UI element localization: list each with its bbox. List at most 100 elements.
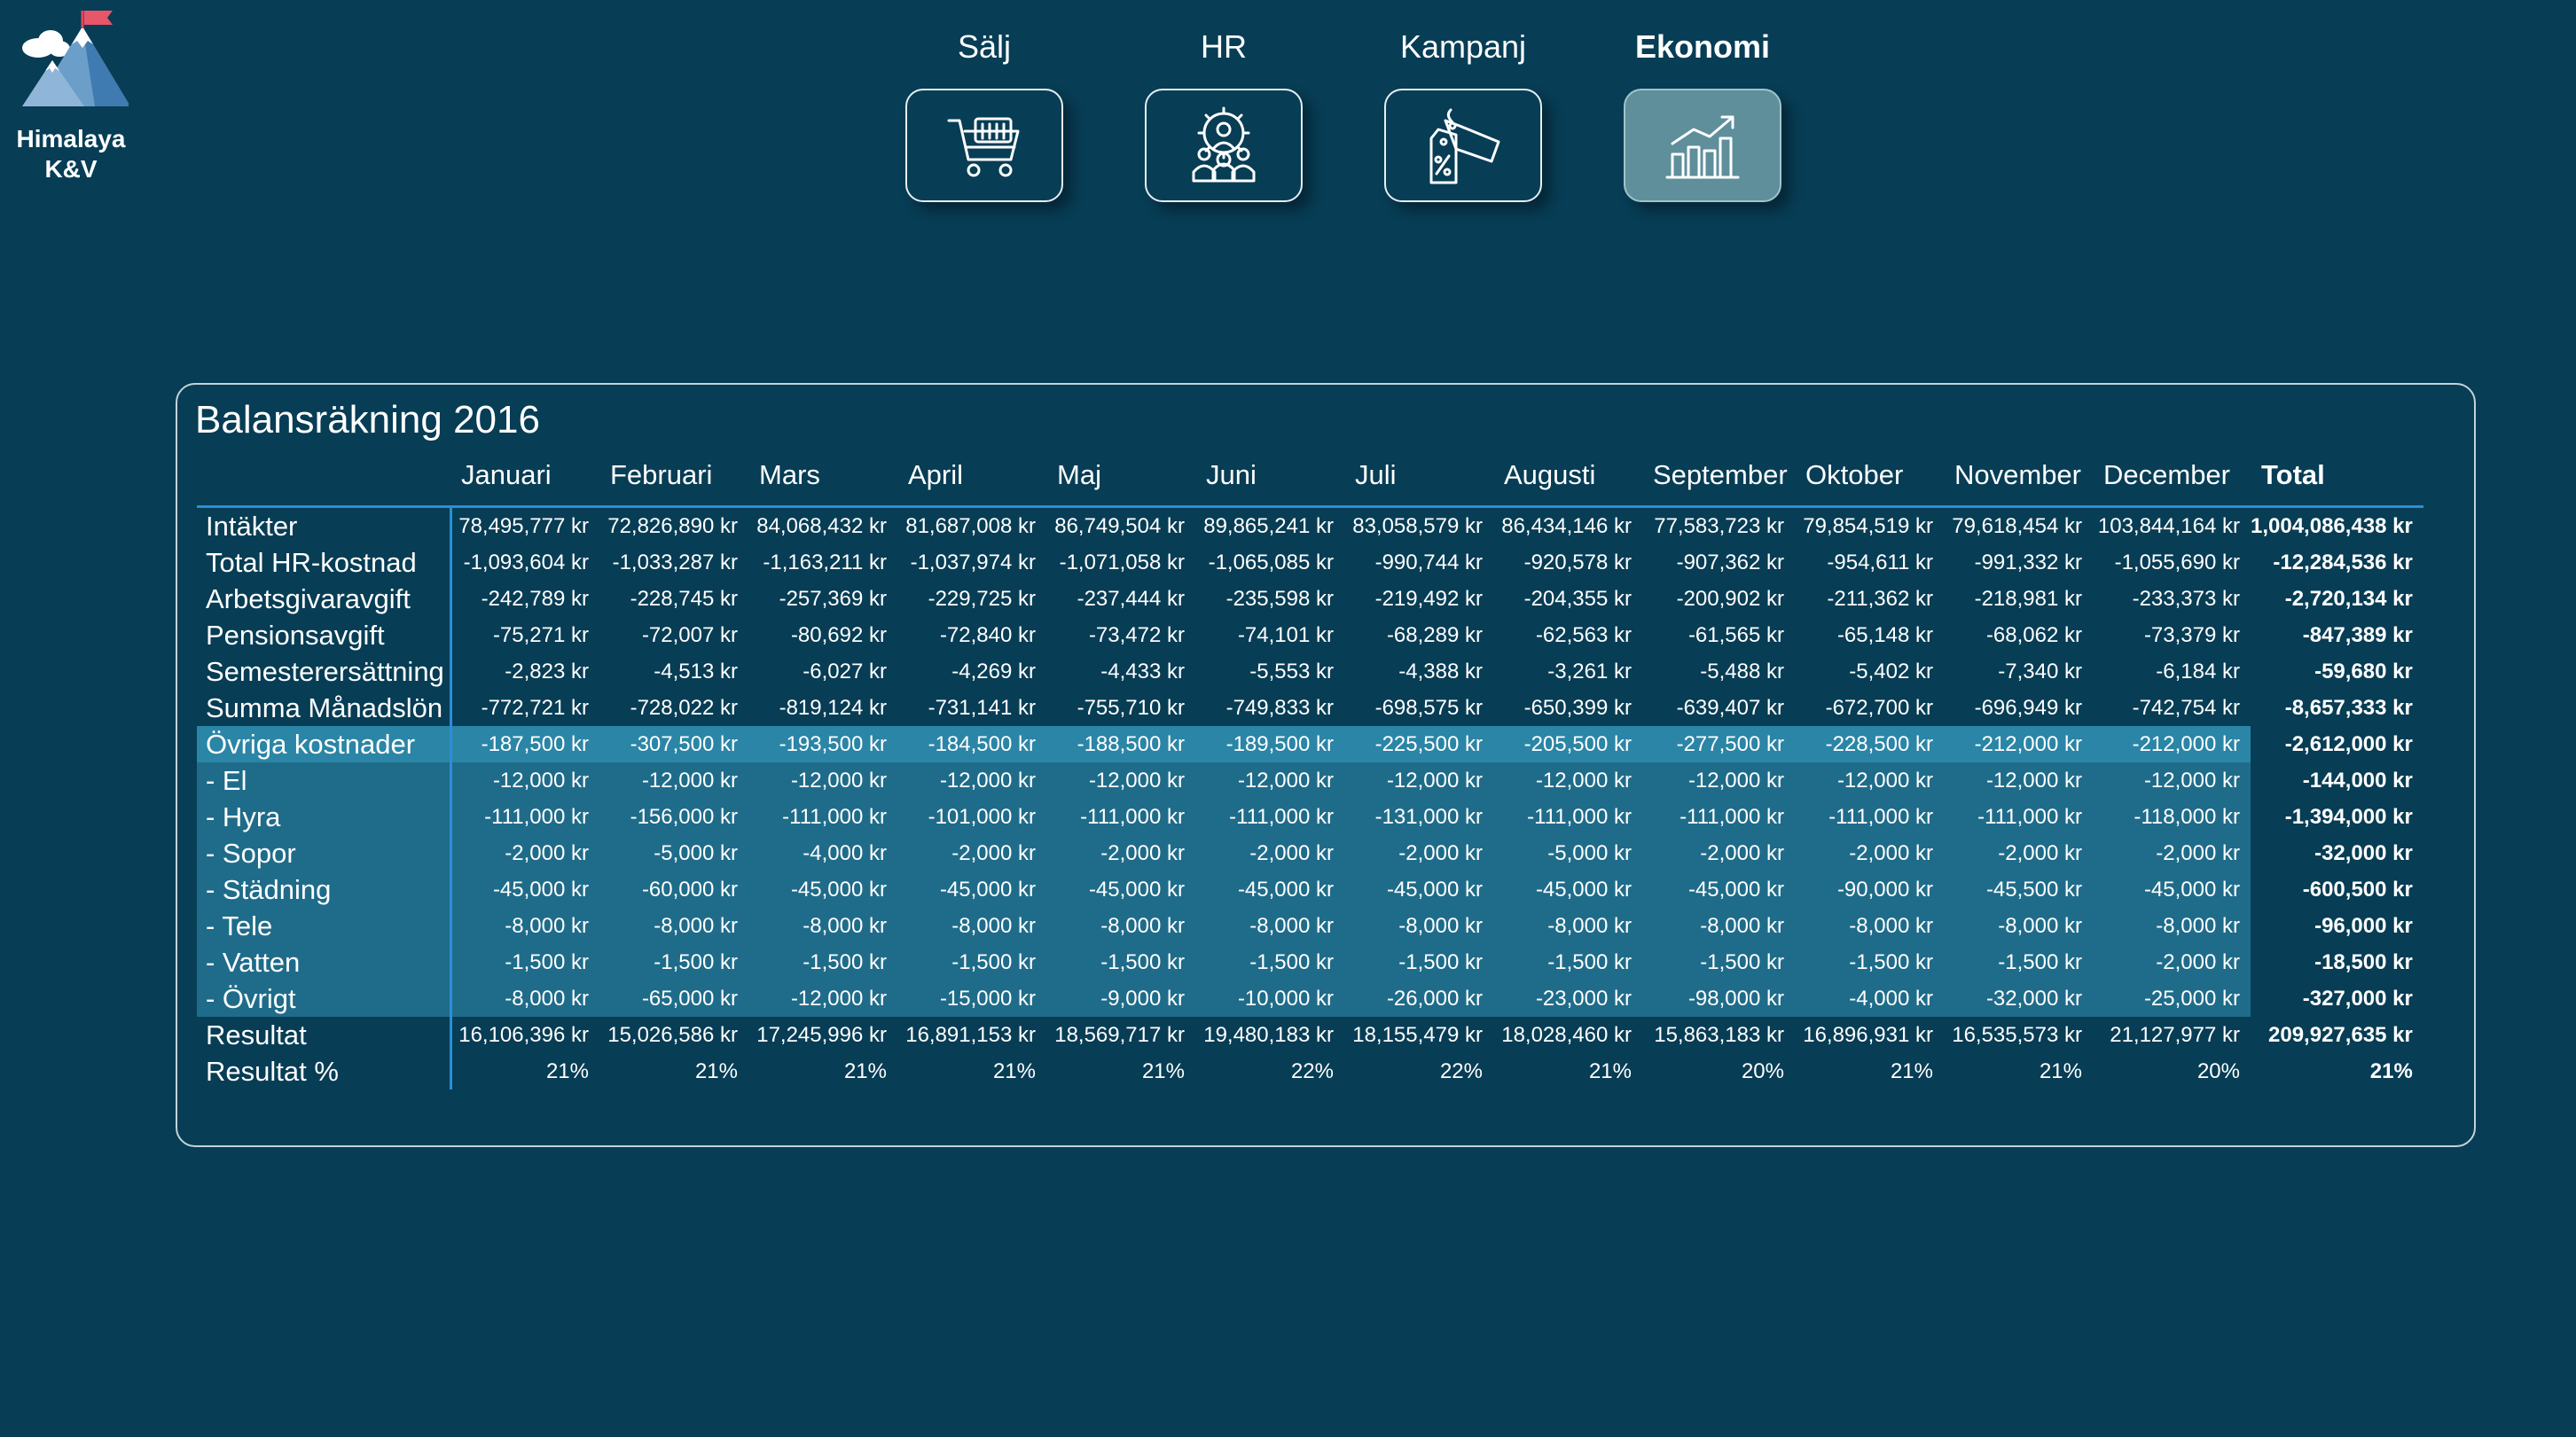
column-header-total[interactable]: Total xyxy=(2251,445,2423,508)
table-cell: -45,000 kr xyxy=(1344,871,1493,908)
table-cell: -8,000 kr xyxy=(599,908,748,944)
table-cell: -131,000 kr xyxy=(1344,799,1493,835)
table-cell: 21% xyxy=(2039,1058,2082,1083)
table-cell: -12,000 kr xyxy=(599,762,748,799)
nav-button-ekonomi[interactable] xyxy=(1624,89,1781,202)
table-row[interactable]: Arbetsgivaravgift -242,789 kr -228,745 kr -… xyxy=(197,581,2423,617)
table-cell: -72,840 kr xyxy=(939,622,1036,647)
table-row[interactable]: Pensionsavgift -75,271 kr -72,007 kr -80,69… xyxy=(197,617,2423,653)
table-row[interactable]: Övriga kostnader -187,500 kr -307,500 kr -1… xyxy=(197,726,2423,762)
table-cell: -1,500 kr xyxy=(897,944,1046,980)
table-cell: -12,000 kr xyxy=(1944,762,2093,799)
table-row[interactable]: - Vatten -1,500 kr -1,500 kr -1,500 kr -1,50… xyxy=(197,944,2423,980)
nav-item-kampanj[interactable]: Kampanj xyxy=(1343,25,1583,202)
column-header-september[interactable]: September xyxy=(1642,445,1795,508)
nav-item-ekonomi[interactable]: Ekonomi xyxy=(1583,25,1822,202)
table-cell: 79,854,519 kr xyxy=(1803,513,1933,538)
table-cell: -749,833 kr xyxy=(1225,695,1334,720)
table-cell: -74,101 kr xyxy=(1237,622,1334,647)
table-cell: -2,000 kr xyxy=(2093,835,2251,871)
row-label: Pensionsavgift xyxy=(197,617,452,653)
table-cell: 86,434,146 kr xyxy=(1501,513,1632,538)
column-header-december[interactable]: December xyxy=(2093,445,2251,508)
table-cell: -696,949 kr xyxy=(1974,695,2082,720)
table-cell: -68,289 kr xyxy=(1386,622,1483,647)
table-cell: -212,000 kr xyxy=(1944,726,2093,762)
table-cell: -920,578 kr xyxy=(1523,550,1632,574)
table-cell: -990,744 kr xyxy=(1374,550,1483,574)
table-row[interactable]: - Hyra -111,000 kr -156,000 kr -111,000 kr -… xyxy=(197,799,2423,835)
table-cell: 77,583,723 kr xyxy=(1654,513,1784,538)
column-header-juli[interactable]: Juli xyxy=(1344,445,1493,508)
table-row[interactable]: Resultat % 21% 21% 21% 21% 21% 22% 22% 21% 20% 21%… xyxy=(197,1053,2423,1089)
nav-item-salj[interactable]: Sälj xyxy=(865,25,1104,202)
table-cell: 16,106,396 kr xyxy=(458,1022,589,1047)
table-row[interactable]: - El -12,000 kr -12,000 kr -12,000 kr -12,00… xyxy=(197,762,2423,799)
table-cell: -8,000 kr xyxy=(1344,908,1493,944)
table-cell: -45,000 kr xyxy=(2093,871,2251,908)
column-header-januari[interactable]: Januari xyxy=(450,445,599,508)
total-cell: 21% xyxy=(2369,1058,2413,1083)
table-cell: 22% xyxy=(1290,1058,1334,1083)
table-cell: 21% xyxy=(545,1058,589,1083)
balance-sheet-panel: Balansräkning 2016 Januari Februari Mars Ap… xyxy=(176,383,2476,1147)
table-cell: -212,000 kr xyxy=(2093,726,2251,762)
table-row[interactable]: - Övrigt -8,000 kr -65,000 kr -12,000 kr -15… xyxy=(197,980,2423,1017)
table-cell: -742,754 kr xyxy=(2132,695,2240,720)
column-header-november[interactable]: November xyxy=(1944,445,2093,508)
total-cell: -12,284,536 kr xyxy=(2273,550,2413,574)
table-cell: -228,500 kr xyxy=(1795,726,1944,762)
column-header-februari[interactable]: Februari xyxy=(599,445,748,508)
row-label: Övriga kostnader xyxy=(197,726,452,762)
nav-label-hr: HR xyxy=(1201,28,1247,65)
table-row[interactable]: - Städning -45,000 kr -60,000 kr -45,000 kr… xyxy=(197,871,2423,908)
nav-button-hr[interactable] xyxy=(1145,89,1303,202)
column-header-augusti[interactable]: Augusti xyxy=(1493,445,1642,508)
row-label: Resultat % xyxy=(197,1053,452,1089)
column-header-oktober[interactable]: Oktober xyxy=(1795,445,1944,508)
nav-button-salj[interactable] xyxy=(905,89,1063,202)
column-header-juni[interactable]: Juni xyxy=(1195,445,1344,508)
table-row[interactable]: Summa Månadslön -772,721 kr -728,022 kr -81… xyxy=(197,690,2423,726)
table-cell: -45,000 kr xyxy=(450,871,599,908)
row-label: Resultat xyxy=(197,1017,452,1053)
table-cell: -4,388 kr xyxy=(1398,659,1483,683)
total-cell: -327,000 kr xyxy=(2302,986,2413,1011)
table-row[interactable]: - Sopor -2,000 kr -5,000 kr -4,000 kr -2,000… xyxy=(197,835,2423,871)
header-label-column xyxy=(197,445,450,508)
table-row[interactable]: Intäkter 78,495,777 kr 72,826,890 kr 84,068… xyxy=(197,506,2423,544)
table-row[interactable]: Resultat 16,106,396 kr 15,026,586 kr 17,245… xyxy=(197,1017,2423,1053)
table-cell: -1,037,974 kr xyxy=(910,550,1036,574)
table-cell: -8,000 kr xyxy=(1046,908,1195,944)
table-cell: 21,127,977 kr xyxy=(2110,1022,2240,1047)
table-row[interactable]: Semesterersättning -2,823 kr -4,513 kr -6,0… xyxy=(197,653,2423,690)
nav-label-kampanj: Kampanj xyxy=(1399,28,1527,65)
nav-button-kampanj[interactable] xyxy=(1384,89,1542,202)
table-cell: -1,093,604 kr xyxy=(463,550,589,574)
table-cell: -4,433 kr xyxy=(1100,659,1185,683)
table-cell: -60,000 kr xyxy=(599,871,748,908)
table-cell: -8,000 kr xyxy=(1944,908,2093,944)
column-header-mars[interactable]: Mars xyxy=(748,445,897,508)
table-cell: -12,000 kr xyxy=(748,762,897,799)
table-cell: -12,000 kr xyxy=(1642,762,1795,799)
price-tag-percent-icon xyxy=(1429,108,1500,184)
table-cell: -73,472 kr xyxy=(1088,622,1185,647)
table-cell: -61,565 kr xyxy=(1687,622,1784,647)
table-cell: -2,000 kr xyxy=(1046,835,1195,871)
column-header-maj[interactable]: Maj xyxy=(1046,445,1195,508)
nav-item-hr[interactable]: HR xyxy=(1104,25,1343,202)
table-row[interactable]: Total HR-kostnad -1,093,604 kr -1,033,287 … xyxy=(197,544,2423,581)
total-cell: 1,004,086,438 kr xyxy=(2251,513,2413,538)
table-cell: -2,000 kr xyxy=(450,835,599,871)
table-cell: -755,710 kr xyxy=(1077,695,1185,720)
table-cell: -237,444 kr xyxy=(1077,586,1185,611)
table-cell: -2,823 kr xyxy=(505,659,589,683)
table-cell: -1,071,058 kr xyxy=(1059,550,1185,574)
table-row[interactable]: - Tele -8,000 kr -8,000 kr -8,000 kr -8,000 … xyxy=(197,908,2423,944)
table-cell: -45,000 kr xyxy=(897,871,1046,908)
column-header-april[interactable]: April xyxy=(897,445,1046,508)
table-cell: -111,000 kr xyxy=(450,799,599,835)
table-cell: -3,261 kr xyxy=(1547,659,1632,683)
table-cell: -188,500 kr xyxy=(1046,726,1195,762)
